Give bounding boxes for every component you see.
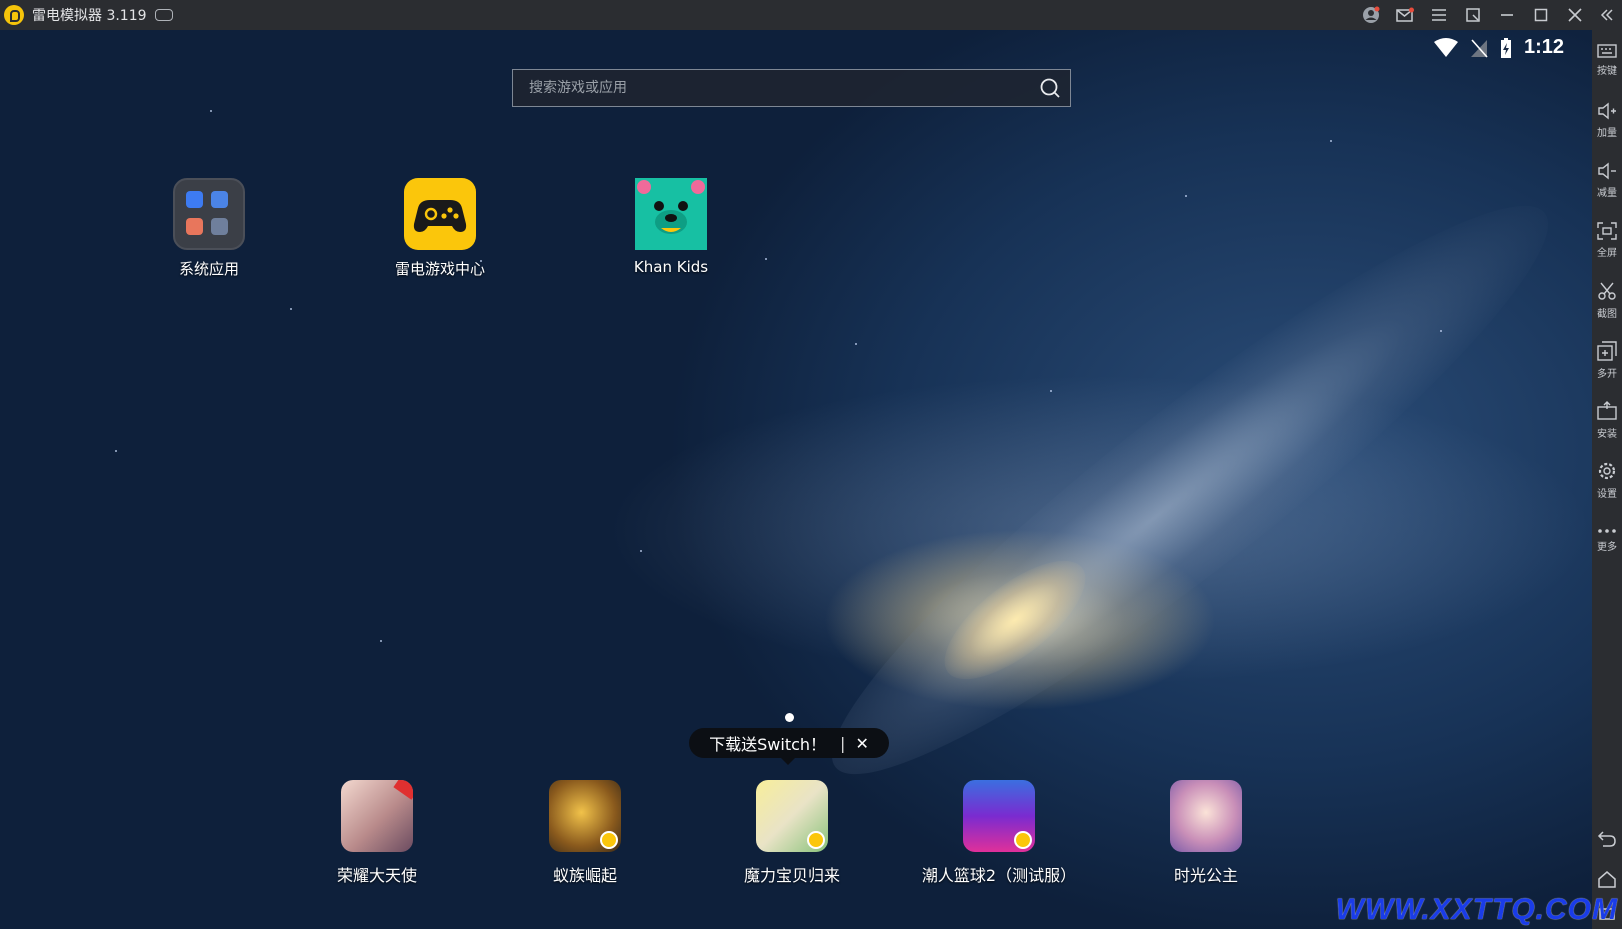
sidebar-label: 按键 — [1597, 65, 1617, 77]
dock-app-moli[interactable]: 魔力宝贝归来 — [707, 780, 877, 886]
promo-separator: | — [840, 733, 846, 753]
promo-tooltip[interactable]: 下载送Switch！ | ✕ — [689, 728, 889, 765]
app-label: 蚁族崛起 — [552, 866, 617, 885]
gamepad-icon[interactable] — [154, 9, 173, 21]
sidebar-item-settings[interactable]: 设置 — [1592, 450, 1622, 510]
app-label: 雷电游戏中心 — [394, 260, 485, 278]
system-apps-folder-icon — [173, 178, 245, 250]
app-system-apps[interactable]: 系统应用 — [139, 178, 279, 279]
sidebar-label: 减量 — [1597, 187, 1617, 199]
sidebar-label: 加量 — [1597, 127, 1617, 139]
minimize-icon[interactable] — [1490, 0, 1524, 30]
bear-face-icon — [635, 178, 707, 250]
wallpaper-galaxy — [786, 149, 1592, 831]
window-controls — [1354, 0, 1622, 30]
fullscreen-icon — [1597, 221, 1617, 240]
app-label: 时光公主 — [1173, 866, 1238, 885]
ant-game-icon — [549, 780, 621, 852]
multi-window-icon — [1597, 340, 1617, 361]
gamepad-icon — [404, 178, 476, 250]
close-icon[interactable] — [1558, 0, 1592, 30]
sidebar-label: 安装 — [1597, 428, 1617, 440]
maximize-icon[interactable] — [1524, 0, 1558, 30]
sidebar-label: 更多 — [1597, 541, 1617, 553]
browser-mini-icon — [211, 191, 228, 208]
sidebar-item-screenshot[interactable]: 截图 — [1592, 270, 1622, 330]
ldplayer-logo-icon — [4, 5, 24, 25]
new-ribbon-icon — [393, 780, 413, 800]
right-toolbar: 按键 加量 减量 全屏 截图 多开 安装 设置 更多 — [1592, 30, 1622, 929]
princess-game-icon — [1170, 780, 1242, 852]
sidebar-item-keymap[interactable]: 按键 — [1592, 30, 1622, 90]
more-dots-icon — [1598, 528, 1616, 533]
app-label: 魔力宝贝归来 — [743, 866, 840, 885]
search-input[interactable] — [513, 69, 1030, 107]
status-clock: 1:12 — [1523, 36, 1564, 58]
sidebar-item-volume-up[interactable]: 加量 — [1592, 90, 1622, 150]
android-status-bar: 1:12 — [1433, 36, 1564, 59]
apk-install-icon — [1597, 400, 1617, 420]
page-indicator[interactable] — [785, 713, 794, 722]
wifi-icon — [1433, 37, 1458, 57]
account-icon[interactable] — [1354, 0, 1388, 30]
volume-down-icon — [1598, 162, 1616, 179]
window-titlebar: 雷电模拟器 3.119 — [0, 0, 1622, 30]
basketball-game-icon — [963, 780, 1035, 852]
ld-badge-icon — [1014, 831, 1032, 849]
mail-icon[interactable] — [1388, 0, 1422, 30]
sidebar-label: 全屏 — [1597, 247, 1617, 259]
angel-game-icon — [341, 780, 413, 852]
sidebar-item-multi-instance[interactable]: 多开 — [1592, 330, 1622, 390]
collapse-sidebar-icon[interactable] — [1592, 0, 1622, 30]
settings-mini-icon — [186, 191, 203, 208]
window-title: 雷电模拟器 3.119 — [32, 8, 147, 24]
sidebar-label: 截图 — [1597, 308, 1617, 320]
crossgate-game-icon — [756, 780, 828, 852]
dock-app-yizu[interactable]: 蚁族崛起 — [500, 780, 670, 886]
dock-app-shiguang[interactable]: 时光公主 — [1121, 780, 1291, 886]
contacts-mini-icon — [211, 218, 228, 235]
app-label: 系统应用 — [178, 260, 239, 278]
watermark-text: WWW.XXTTQ.COM — [1335, 893, 1618, 926]
sidebar-label: 设置 — [1597, 488, 1617, 500]
ld-badge-icon — [600, 831, 618, 849]
keyboard-icon — [1597, 43, 1617, 58]
app-ld-game-center[interactable]: 雷电游戏中心 — [370, 178, 510, 279]
promo-close-icon[interactable]: ✕ — [855, 734, 868, 753]
search-icon[interactable] — [1030, 69, 1070, 107]
scissors-icon — [1598, 282, 1616, 300]
dock-app-rongyao[interactable]: 荣耀大天使 — [292, 780, 462, 886]
sidebar-item-fullscreen[interactable]: 全屏 — [1592, 210, 1622, 270]
sidebar-item-more[interactable]: 更多 — [1592, 510, 1622, 570]
app-khan-kids[interactable]: Khan Kids — [601, 178, 741, 276]
app-label: Khan Kids — [633, 258, 709, 276]
mini-mode-icon[interactable] — [1456, 0, 1490, 30]
app-label: 潮人篮球2（测试服） — [921, 866, 1077, 885]
sidebar-item-volume-down[interactable]: 减量 — [1592, 150, 1622, 210]
search-bar[interactable] — [512, 69, 1071, 107]
volume-up-icon — [1598, 102, 1616, 119]
dock-app-chaoren[interactable]: 潮人篮球2（测试服） — [914, 780, 1084, 886]
sidebar-item-install-apk[interactable]: 安装 — [1592, 390, 1622, 450]
battery-charging-icon — [1500, 37, 1511, 58]
sidebar-label: 多开 — [1597, 368, 1617, 380]
app-label: 荣耀大天使 — [336, 866, 417, 885]
gear-icon — [1598, 462, 1616, 479]
back-icon[interactable] — [1592, 819, 1622, 859]
no-signal-icon — [1470, 38, 1488, 58]
promo-text: 下载送Switch！ — [709, 735, 827, 754]
gallery-mini-icon — [186, 218, 203, 235]
ld-badge-icon — [807, 831, 825, 849]
menu-icon[interactable] — [1422, 0, 1456, 30]
